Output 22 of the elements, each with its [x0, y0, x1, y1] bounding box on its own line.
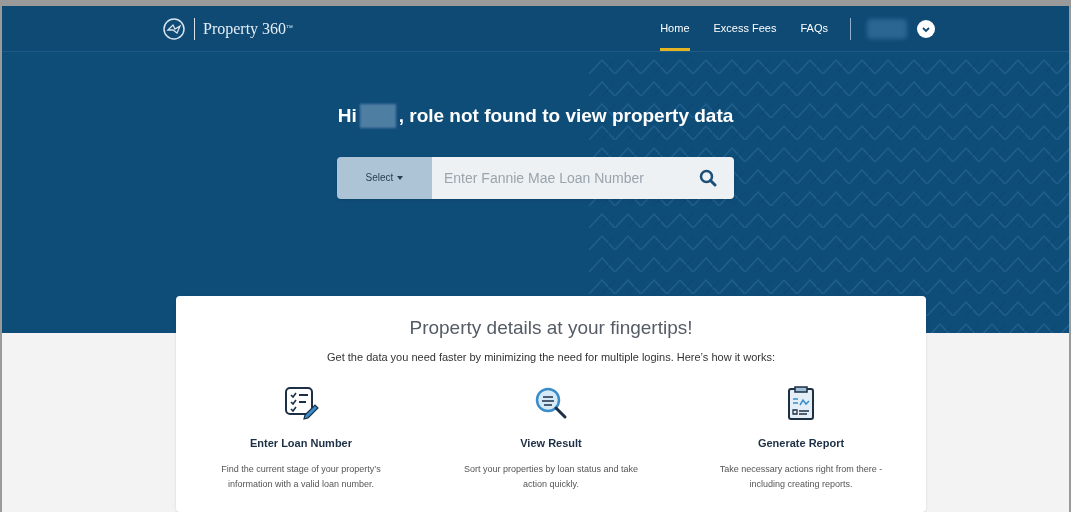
checklist-icon — [283, 385, 319, 421]
card-subtitle: Get the data you need faster by minimizing the need for multiple logins. Here’s how it works: — [327, 349, 775, 365]
step-title: Generate Report — [757, 436, 845, 451]
step-title: View Result — [520, 436, 582, 451]
search-icon — [699, 168, 717, 187]
nav-tab[interactable]: FAQs — [800, 6, 828, 51]
step-description: Sort your properties by loan status and take action quickly. — [462, 462, 640, 491]
step-description: Take necessary actions right from there - including creating reports. — [718, 462, 884, 491]
user-name — [867, 18, 907, 39]
account-menu-button[interactable] — [917, 19, 935, 38]
step-title: Enter Loan Number — [249, 436, 353, 451]
logo-icon — [162, 16, 186, 41]
step-description: Find the current stage of your property’s information with a valid loan number. — [220, 462, 382, 491]
brand-name[interactable]: Property 360$^{™}$ — [203, 16, 293, 41]
caret-icon — [397, 175, 404, 180]
search-button[interactable] — [682, 156, 734, 199]
greeting-heading: Hi , role not found to view property data — [337, 102, 734, 131]
magnifier-icon — [533, 385, 569, 421]
card-title: Property details at your fingertips! — [409, 316, 693, 340]
nav-tab[interactable]: Excess Fees — [713, 6, 777, 51]
select-dropdown[interactable]: Select — [337, 156, 432, 199]
loan-number-field[interactable]: Enter Fannie Mae Loan Number — [432, 156, 682, 199]
